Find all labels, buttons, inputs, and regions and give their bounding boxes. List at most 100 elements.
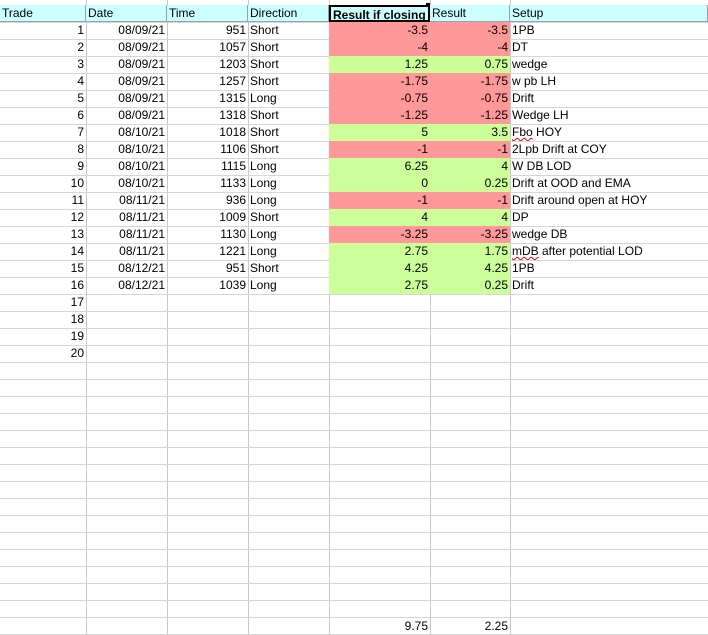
date-cell[interactable]: 08/09/21 (86, 22, 167, 39)
trade-cell[interactable]: 13 (0, 226, 86, 243)
result-cell[interactable]: 4 (430, 209, 510, 226)
time-cell[interactable]: 1203 (167, 56, 248, 73)
result-cell[interactable]: 3.5 (430, 124, 510, 141)
setup-cell[interactable]: W DB LOD (510, 158, 708, 175)
date-cell[interactable]: 08/09/21 (86, 56, 167, 73)
column-header-date[interactable]: Date (86, 5, 167, 22)
result-if-closing-cell[interactable]: 4 (329, 209, 430, 226)
direction-cell[interactable]: Short (248, 39, 329, 56)
date-cell[interactable]: 08/10/21 (86, 124, 167, 141)
time-cell[interactable]: 1257 (167, 73, 248, 90)
setup-cell[interactable]: Drift around open at HOY (510, 192, 708, 209)
column-header-time[interactable]: Time (167, 5, 248, 22)
trade-cell[interactable]: 3 (0, 56, 86, 73)
trade-cell[interactable]: 1 (0, 22, 86, 39)
date-cell[interactable]: 08/11/21 (86, 243, 167, 260)
trade-cell[interactable]: 4 (0, 73, 86, 90)
date-cell[interactable]: 08/09/21 (86, 90, 167, 107)
setup-cell[interactable]: wedge (510, 56, 708, 73)
total-result[interactable]: 2.25 (430, 618, 510, 635)
setup-cell[interactable]: Wedge LH (510, 107, 708, 124)
date-cell[interactable]: 08/12/21 (86, 260, 167, 277)
result-cell[interactable]: 0.25 (430, 175, 510, 192)
result-if-closing-cell[interactable]: 0 (329, 175, 430, 192)
date-cell[interactable]: 08/10/21 (86, 158, 167, 175)
time-cell[interactable]: 1318 (167, 107, 248, 124)
direction-cell[interactable]: Long (248, 243, 329, 260)
result-cell[interactable]: -0.75 (430, 90, 510, 107)
setup-cell[interactable]: DP (510, 209, 708, 226)
date-cell[interactable]: 08/12/21 (86, 277, 167, 294)
date-cell[interactable]: 08/11/21 (86, 209, 167, 226)
setup-cell[interactable]: 1PB (510, 22, 708, 39)
trade-cell[interactable]: 11 (0, 192, 86, 209)
time-cell[interactable]: 1039 (167, 277, 248, 294)
direction-cell[interactable]: Long (248, 192, 329, 209)
result-cell[interactable]: -1 (430, 192, 510, 209)
result-cell[interactable]: -3.5 (430, 22, 510, 39)
time-cell[interactable]: 951 (167, 260, 248, 277)
trade-cell[interactable]: 16 (0, 277, 86, 294)
direction-cell[interactable]: Short (248, 107, 329, 124)
result-if-closing-cell[interactable]: -1.25 (329, 107, 430, 124)
time-cell[interactable]: 1133 (167, 175, 248, 192)
time-cell[interactable]: 1057 (167, 39, 248, 56)
result-if-closing-cell[interactable]: 2.75 (329, 277, 430, 294)
result-cell[interactable]: 4.25 (430, 260, 510, 277)
trade-cell[interactable]: 10 (0, 175, 86, 192)
direction-cell[interactable]: Short (248, 124, 329, 141)
result-if-closing-cell[interactable]: -1 (329, 192, 430, 209)
time-cell[interactable]: 936 (167, 192, 248, 209)
trade-cell[interactable]: 6 (0, 107, 86, 124)
result-if-closing-cell[interactable]: 6.25 (329, 158, 430, 175)
result-if-closing-cell[interactable]: -3.25 (329, 226, 430, 243)
setup-cell[interactable]: 1PB (510, 260, 708, 277)
spreadsheet-grid[interactable]: Trade Date Time Direction Result if clos… (0, 0, 708, 635)
result-cell[interactable]: -1.25 (430, 107, 510, 124)
column-header-result-if-closing[interactable]: Result if closing (329, 5, 430, 22)
time-cell[interactable]: 951 (167, 22, 248, 39)
trade-cell[interactable]: 15 (0, 260, 86, 277)
direction-cell[interactable]: Short (248, 141, 329, 158)
result-if-closing-cell[interactable]: -4 (329, 39, 430, 56)
date-cell[interactable]: 08/10/21 (86, 175, 167, 192)
date-cell[interactable]: 08/10/21 (86, 141, 167, 158)
result-if-closing-cell[interactable]: 2.75 (329, 243, 430, 260)
total-result-if-closing[interactable]: 9.75 (329, 618, 430, 635)
trade-cell[interactable]: 18 (0, 311, 86, 328)
direction-cell[interactable]: Short (248, 22, 329, 39)
direction-cell[interactable]: Long (248, 158, 329, 175)
date-cell[interactable]: 08/11/21 (86, 192, 167, 209)
trade-cell[interactable]: 20 (0, 345, 86, 362)
result-if-closing-cell[interactable]: 4.25 (329, 260, 430, 277)
result-if-closing-cell[interactable]: -0.75 (329, 90, 430, 107)
result-if-closing-cell[interactable]: 5 (329, 124, 430, 141)
result-cell[interactable]: 4 (430, 158, 510, 175)
result-cell[interactable]: -4 (430, 39, 510, 56)
trade-cell[interactable]: 7 (0, 124, 86, 141)
setup-cell[interactable]: Drift (510, 277, 708, 294)
setup-cell[interactable]: wedge DB (510, 226, 708, 243)
result-cell[interactable]: -3.25 (430, 226, 510, 243)
direction-cell[interactable]: Long (248, 175, 329, 192)
date-cell[interactable]: 08/09/21 (86, 39, 167, 56)
direction-cell[interactable]: Short (248, 73, 329, 90)
result-cell[interactable]: -1.75 (430, 73, 510, 90)
trade-cell[interactable]: 2 (0, 39, 86, 56)
trade-cell[interactable]: 17 (0, 294, 86, 311)
time-cell[interactable]: 1009 (167, 209, 248, 226)
column-header-trade[interactable]: Trade (0, 5, 86, 22)
direction-cell[interactable]: Short (248, 209, 329, 226)
setup-cell[interactable]: mDB after potential LOD (510, 243, 708, 260)
setup-cell[interactable]: w pb LH (510, 73, 708, 90)
result-if-closing-cell[interactable]: -1 (329, 141, 430, 158)
direction-cell[interactable]: Long (248, 277, 329, 294)
result-if-closing-cell[interactable]: -1.75 (329, 73, 430, 90)
direction-cell[interactable]: Long (248, 226, 329, 243)
date-cell[interactable]: 08/09/21 (86, 73, 167, 90)
time-cell[interactable]: 1018 (167, 124, 248, 141)
column-header-result[interactable]: Result (430, 5, 510, 22)
date-cell[interactable]: 08/09/21 (86, 107, 167, 124)
time-cell[interactable]: 1221 (167, 243, 248, 260)
direction-cell[interactable]: Short (248, 260, 329, 277)
